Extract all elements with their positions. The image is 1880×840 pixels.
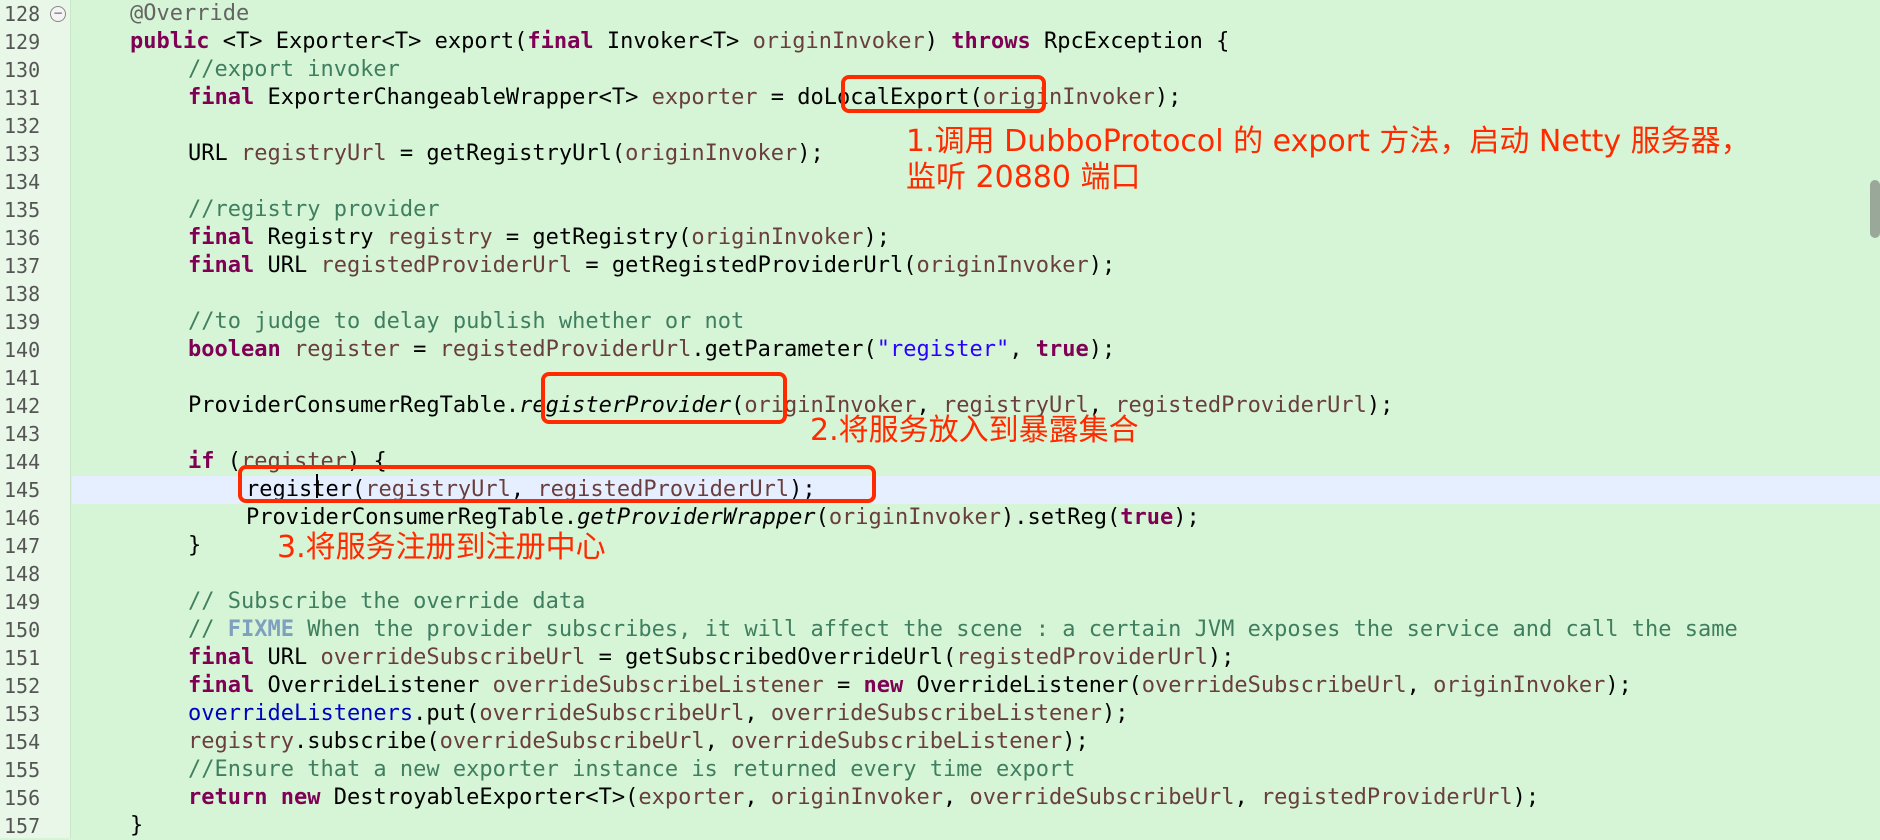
- line-number: 142: [4, 394, 41, 418]
- line-number: 137: [4, 254, 41, 278]
- line-number: 151: [4, 646, 41, 670]
- line-number: 141: [4, 366, 41, 390]
- text-caret: [316, 474, 318, 498]
- code-line[interactable]: 138: [0, 280, 1880, 308]
- highlight-box-register-call: [238, 465, 876, 503]
- line-number: 147: [4, 534, 41, 558]
- code-text: registry.subscribe(overrideSubscribeUrl,…: [188, 729, 1089, 754]
- line-number: 148: [4, 562, 41, 586]
- code-line[interactable]: 154 registry.subscribe(overrideSubscribeU…: [0, 728, 1880, 756]
- code-line[interactable]: 149 // Subscribe the override data: [0, 588, 1880, 616]
- line-number: 154: [4, 730, 41, 754]
- line-number: 138: [4, 282, 41, 306]
- line-number: 156: [4, 786, 41, 810]
- code-line[interactable]: 146 ProviderConsumerRegTable.getProviderW…: [0, 504, 1880, 532]
- line-number: 131: [4, 86, 41, 110]
- code-line[interactable]: 129 public <T> Exporter<T> export(final I…: [0, 28, 1880, 56]
- annotation-note-3: 3.将服务注册到注册中心: [277, 530, 606, 565]
- code-line[interactable]: 157}: [0, 812, 1880, 840]
- code-text: //registry provider: [188, 197, 440, 222]
- code-text: final URL registedProviderUrl = getRegis…: [188, 253, 1116, 278]
- highlight-box-registerprovider: [541, 372, 787, 424]
- code-line[interactable]: 151 final URL overrideSubscribeUrl = getS…: [0, 644, 1880, 672]
- vertical-scrollbar-thumb[interactable]: [1870, 180, 1880, 238]
- code-line[interactable]: 128− @Override: [0, 0, 1880, 28]
- code-line[interactable]: 136 final Registry registry = getRegistry…: [0, 224, 1880, 252]
- line-number: 132: [4, 114, 41, 138]
- line-number: 152: [4, 674, 41, 698]
- code-line[interactable]: 153 overrideListeners.put(overrideSubscri…: [0, 700, 1880, 728]
- code-text: return new DestroyableExporter<T>(export…: [188, 785, 1540, 810]
- code-text: boolean register = registedProviderUrl.g…: [188, 337, 1116, 362]
- annotation-note-2: 2.将服务放入到暴露集合: [810, 413, 1139, 448]
- highlight-box-dolocalexport: [841, 75, 1046, 113]
- line-number: 140: [4, 338, 41, 362]
- annotation-note-1: 1.调用 DubboProtocol 的 export 方法，启动 Netty …: [906, 124, 1751, 195]
- line-number: 144: [4, 450, 41, 474]
- line-number: 135: [4, 198, 41, 222]
- code-text: // FIXME When the provider subscribes, i…: [188, 617, 1738, 642]
- line-number: 139: [4, 310, 41, 334]
- fold-collapse-icon[interactable]: −: [50, 6, 66, 22]
- code-line[interactable]: 141: [0, 364, 1880, 392]
- line-number: 157: [4, 814, 41, 838]
- code-text: @Override: [130, 1, 250, 26]
- code-text: //Ensure that a new exporter instance is…: [188, 757, 1076, 782]
- line-number: 136: [4, 226, 41, 250]
- code-text: ProviderConsumerRegTable.registerProvide…: [188, 393, 1394, 418]
- line-number: 129: [4, 30, 41, 54]
- code-text: final OverrideListener overrideSubscribe…: [188, 673, 1632, 698]
- code-text: //export invoker: [188, 57, 400, 82]
- code-text: // Subscribe the override data: [188, 589, 586, 614]
- code-text: public <T> Exporter<T> export(final Invo…: [130, 29, 1230, 54]
- line-number: 143: [4, 422, 41, 446]
- line-number: 128: [4, 2, 41, 26]
- code-line[interactable]: 155 //Ensure that a new exporter instance…: [0, 756, 1880, 784]
- code-editor[interactable]: 128− @Override 129 public <T> Exporter<T> e…: [0, 0, 1880, 838]
- code-text: }: [188, 533, 202, 558]
- code-text: ProviderConsumerRegTable.getProviderWrap…: [246, 505, 1200, 530]
- code-line[interactable]: 140 boolean register = registedProviderUr…: [0, 336, 1880, 364]
- line-number: 155: [4, 758, 41, 782]
- code-text: final Registry registry = getRegistry(or…: [188, 225, 891, 250]
- code-text: }: [130, 813, 144, 838]
- code-text: overrideListeners.put(overrideSubscribeU…: [188, 701, 1129, 726]
- line-number: 149: [4, 590, 41, 614]
- line-number: 146: [4, 506, 41, 530]
- line-number: 134: [4, 170, 41, 194]
- line-number: 150: [4, 618, 41, 642]
- code-line[interactable]: 135 //registry provider: [0, 196, 1880, 224]
- code-line[interactable]: 139 //to judge to delay publish whether o…: [0, 308, 1880, 336]
- line-number: 130: [4, 58, 41, 82]
- code-line[interactable]: 156 return new DestroyableExporter<T>(exp…: [0, 784, 1880, 812]
- line-number: 145: [4, 478, 41, 502]
- code-line[interactable]: 137 final URL registedProviderUrl = getRe…: [0, 252, 1880, 280]
- code-text: URL registryUrl = getRegistryUrl(originI…: [188, 141, 824, 166]
- code-text: final URL overrideSubscribeUrl = getSubs…: [188, 645, 1235, 670]
- code-line[interactable]: 150 // FIXME When the provider subscribes…: [0, 616, 1880, 644]
- line-number: 153: [4, 702, 41, 726]
- code-text: //to judge to delay publish whether or n…: [188, 309, 745, 334]
- line-number: 133: [4, 142, 41, 166]
- code-line[interactable]: 152 final OverrideListener overrideSubscr…: [0, 672, 1880, 700]
